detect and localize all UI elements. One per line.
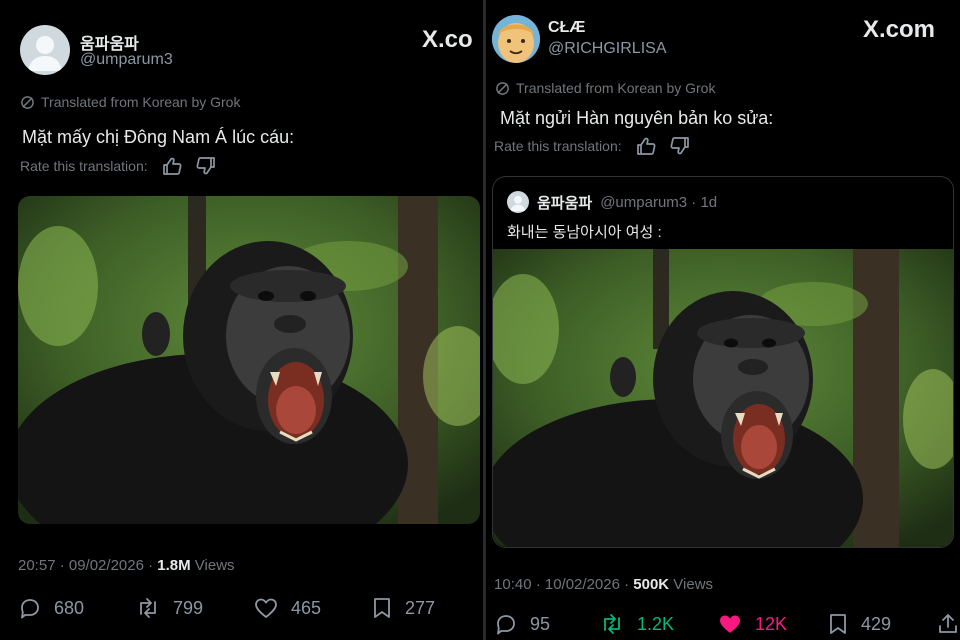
like-icon [720,615,740,633]
left-site-text: X.co [422,26,473,53]
quoted-author-name[interactable]: 움파움파 [537,192,592,213]
right-author-name[interactable]: CŁÆ [548,19,585,37]
bookmark-icon [830,614,846,634]
right-author-handle[interactable]: @RICHGIRLISA [548,40,666,58]
quoted-author-handle: @umparum3 · 1d [600,193,718,211]
repost-icon [140,598,156,618]
right-like-count: 12K [755,613,788,634]
left-like-count: 465 [291,597,322,618]
right-views-label: Views [669,576,714,593]
right-bookmark-button[interactable]: 429 [827,612,937,636]
left-chimpanzee-photo[interactable] [18,196,480,524]
right-repost-count: 1.2K [637,613,675,634]
thumbs-up-icon[interactable] [162,157,182,175]
left-bookmark-count: 277 [405,597,436,618]
bookmark-icon [374,598,390,618]
right-action-bar: 95 1.2K 12K 429 [494,612,959,636]
left-rate-label: Rate this translation: [20,158,148,174]
right-repost-button[interactable]: 1.2K [599,612,717,636]
like-icon [255,598,277,618]
right-rate-translation: Rate this translation: [494,137,690,155]
left-repost-count: 799 [173,597,204,618]
thumbs-up-icon[interactable] [636,137,656,155]
left-views-count: 1.8M [157,557,191,574]
left-views-label: Views [190,557,235,574]
quoted-author-avatar[interactable] [507,191,529,213]
reply-icon [497,615,515,635]
right-post-screenshot: CŁÆ @RICHGIRLISA X.com Translated from K… [483,0,960,640]
right-rate-label: Rate this translation: [494,138,622,154]
right-timestamp-views: 10:40 · 10/02/2026 · 500K Views [494,576,713,593]
left-like-button[interactable]: 465 [253,596,371,620]
right-like-button[interactable]: 12K [717,612,827,636]
left-site-label: X.co [422,26,473,54]
right-post-text: Mặt ngửi Hàn nguyên bản ko sửa: [500,108,774,128]
right-site-label: X.com [863,16,935,44]
default-avatar-icon [510,195,526,212]
avatar-image [492,15,540,63]
right-author-avatar[interactable] [492,15,540,63]
thumbs-down-icon[interactable] [670,137,690,155]
right-views-count: 500K [633,576,670,593]
left-reply-button[interactable]: 680 [18,596,135,620]
quoted-post-card[interactable]: 움파움파 @umparum3 · 1d 화내는 동남아시아 여성 : [492,176,954,548]
repost-icon [604,614,620,634]
left-timestamp[interactable]: 20:57 · 09/02/2026 · [18,557,157,574]
reply-icon [21,599,39,619]
left-translated-note: Translated from Korean by Grok [20,94,240,110]
left-action-bar: 680 799 465 277 [18,596,435,620]
grok-icon [21,95,34,109]
right-reply-button[interactable]: 95 [494,612,599,636]
right-chimpanzee-photo[interactable] [493,249,953,547]
right-reply-count: 95 [530,613,551,634]
right-bookmark-count: 429 [861,613,892,634]
left-author-handle[interactable]: @umparum3 [80,51,173,69]
left-author-avatar[interactable] [20,25,70,75]
left-rate-translation: Rate this translation: [20,157,216,175]
left-translated-text: Translated from Korean by Grok [41,94,241,110]
thumbs-down-icon[interactable] [196,157,216,175]
quoted-post-header: 움파움파 @umparum3 · 1d [507,191,717,213]
right-translated-note: Translated from Korean by Grok [495,80,715,96]
left-bookmark-button[interactable]: 277 [371,596,435,620]
share-icon [939,614,957,633]
left-reply-count: 680 [54,597,85,618]
right-share-button[interactable] [937,612,959,636]
right-translated-text: Translated from Korean by Grok [516,80,716,96]
quoted-post-text: 화내는 동남아시아 여성 : [507,224,662,241]
right-site-text: X.com [863,16,936,43]
left-post-screenshot: 움파움파 @umparum3 X.co Translated from Kore… [0,0,483,640]
left-timestamp-views: 20:57 · 09/02/2026 · 1.8M Views [18,557,235,574]
right-timestamp[interactable]: 10:40 · 10/02/2026 · [494,576,633,593]
left-repost-button[interactable]: 799 [135,596,253,620]
grok-icon [496,81,509,95]
left-post-text: Mặt mấy chị Đông Nam Á lúc cáu: [22,127,295,147]
default-avatar-icon [28,36,62,71]
